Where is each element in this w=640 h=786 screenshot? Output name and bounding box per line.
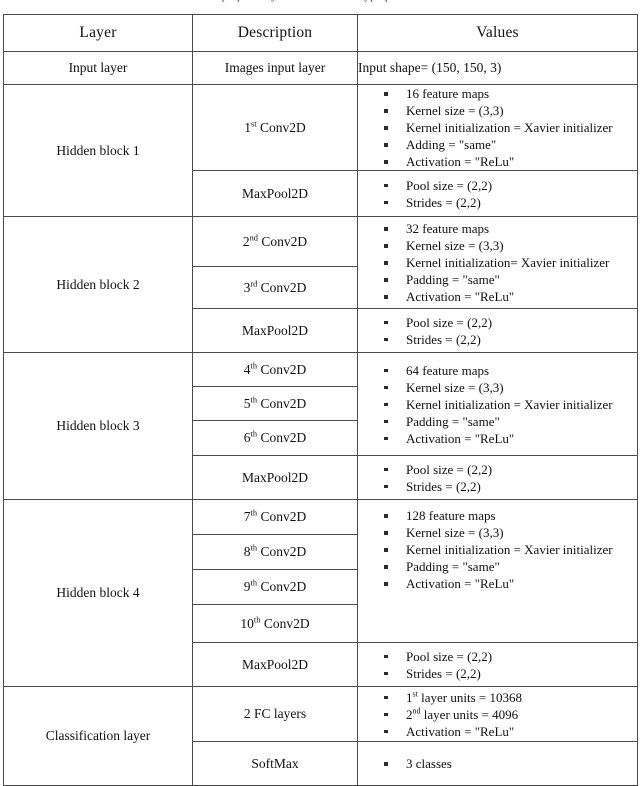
bullet-list: 64 feature maps Kernel size = (3,3) Kernel… bbox=[358, 362, 637, 447]
bullet-item: 3 classes bbox=[384, 755, 637, 772]
bullet-list: Pool size = (2,2) Strides = (2,2) bbox=[358, 648, 637, 682]
values-list-block3-pool: Pool size = (2,2) Strides = (2,2) bbox=[357, 455, 638, 500]
bullet-item: Activation = "ReLu" bbox=[384, 575, 637, 592]
bullet-item: 128 feature maps bbox=[384, 507, 637, 524]
bullet-item: 32 feature maps bbox=[384, 220, 637, 237]
table-row: Hidden block 4 7th Conv2D 128 feature ma… bbox=[3, 499, 638, 687]
description-conv2d: 8th Conv2D bbox=[192, 534, 358, 570]
values-list-block2-pool: Pool size = (2,2) Strides = (2,2) bbox=[357, 308, 638, 353]
bullet-item: 1st layer units = 10368 bbox=[384, 689, 637, 706]
header-row: Layer Description Values bbox=[3, 14, 638, 52]
bullet-item: Adding = "same" bbox=[384, 136, 637, 153]
bullet-list: 32 feature maps Kernel size = (3,3) Kernel… bbox=[358, 220, 637, 305]
bullet-list: 16 feature maps Kernel size = (3,3) Kernel… bbox=[358, 85, 637, 170]
values-input-shape: Input shape= (150, 150, 3) bbox=[357, 51, 638, 85]
bullet-item: Activation = "ReLu" bbox=[384, 723, 637, 740]
bullet-item: Activation = "ReLu" bbox=[384, 288, 637, 305]
bullet-item: Kernel initialization = Xavier initializ… bbox=[384, 541, 637, 558]
bullet-item: 2nd layer units = 4096 bbox=[384, 706, 637, 723]
description-conv2d: 2nd Conv2D bbox=[192, 216, 358, 267]
table-row: Classification layer 2 FC layers 1st lay… bbox=[3, 686, 638, 786]
bullet-list: 128 feature maps Kernel size = (3,3) Kerne… bbox=[358, 507, 637, 592]
bullet-list: 3 classes bbox=[358, 755, 637, 772]
description-images-input-layer: Images input layer bbox=[192, 51, 358, 85]
description-conv2d: 9th Conv2D bbox=[192, 569, 358, 605]
bullet-item: Strides = (2,2) bbox=[384, 331, 637, 348]
bullet-item: Kernel size = (3,3) bbox=[384, 102, 637, 119]
description-conv2d: 6th Conv2D bbox=[192, 420, 358, 456]
description-conv2d: 1st Conv2D bbox=[192, 84, 358, 171]
values-list-block4-pool: Pool size = (2,2) Strides = (2,2) bbox=[357, 642, 638, 687]
table-row: Hidden block 1 1st Conv2D 16 feature map… bbox=[3, 84, 638, 217]
bullet-item: Pool size = (2,2) bbox=[384, 177, 637, 194]
bullet-item: Activation = "ReLu" bbox=[384, 430, 637, 447]
bullet-item: Kernel initialization = Xavier initializ… bbox=[384, 396, 637, 413]
description-conv2d: 3rd Conv2D bbox=[192, 266, 358, 309]
layer-name-classification-layer: Classification layer bbox=[3, 686, 193, 786]
values-list-softmax: 3 classes bbox=[357, 741, 638, 786]
column-header-description: Description bbox=[192, 14, 358, 52]
table-row: Input layer Images input layer Input sha… bbox=[3, 51, 638, 85]
description-conv2d: 4th Conv2D bbox=[192, 352, 358, 387]
table-row: Hidden block 3 4th Conv2D 64 feature map… bbox=[3, 352, 638, 500]
bullet-item: 64 feature maps bbox=[384, 362, 637, 379]
description-maxpool2d: MaxPool2D bbox=[192, 642, 358, 687]
values-list-block3-conv: 64 feature maps Kernel size = (3,3) Kernel… bbox=[357, 352, 638, 456]
bullet-item: Kernel initialization= Xavier initialize… bbox=[384, 254, 637, 271]
bullet-item: Strides = (2,2) bbox=[384, 194, 637, 211]
bullet-item: Activation = "ReLu" bbox=[384, 153, 637, 170]
bullet-item: Pool size = (2,2) bbox=[384, 461, 637, 478]
description-maxpool2d: MaxPool2D bbox=[192, 455, 358, 500]
layer-name-hidden-block-2: Hidden block 2 bbox=[3, 216, 193, 353]
bullet-list: Pool size = (2,2) Strides = (2,2) bbox=[358, 314, 637, 348]
values-list-block4-conv: 128 feature maps Kernel size = (3,3) Kerne… bbox=[357, 499, 638, 643]
values-list-block1-conv: 16 feature maps Kernel size = (3,3) Kernel… bbox=[357, 84, 638, 171]
description-conv2d: 10th Conv2D bbox=[192, 604, 358, 643]
description-maxpool2d: MaxPool2D bbox=[192, 308, 358, 353]
bullet-item: Pool size = (2,2) bbox=[384, 648, 637, 665]
values-list-block1-pool: Pool size = (2,2) Strides = (2,2) bbox=[357, 170, 638, 217]
table-caption-cropped: the proposed system architecture hyperpa… bbox=[0, 0, 640, 4]
values-list-fc: 1st layer units = 10368 2nd layer units =… bbox=[357, 686, 638, 742]
bullet-item: 16 feature maps bbox=[384, 85, 637, 102]
description-softmax: SoftMax bbox=[192, 741, 358, 786]
bullet-item: Strides = (2,2) bbox=[384, 478, 637, 495]
table-header: Layer Description Values bbox=[3, 14, 638, 52]
values-list-block2-conv: 32 feature maps Kernel size = (3,3) Kernel… bbox=[357, 216, 638, 309]
table-body: Input layer Images input layer Input sha… bbox=[3, 51, 638, 786]
column-header-values: Values bbox=[357, 14, 638, 52]
bullet-list: Pool size = (2,2) Strides = (2,2) bbox=[358, 461, 637, 495]
architecture-table: Layer Description Values Input layer Ima… bbox=[3, 14, 638, 786]
layer-name-input-layer: Input layer bbox=[3, 51, 193, 85]
layer-name-hidden-block-1: Hidden block 1 bbox=[3, 84, 193, 217]
bullet-item: Padding = "same" bbox=[384, 558, 637, 575]
bullet-list: Pool size = (2,2) Strides = (2,2) bbox=[358, 177, 637, 211]
description-fc-layers: 2 FC layers bbox=[192, 686, 358, 742]
description-conv2d: 5th Conv2D bbox=[192, 386, 358, 421]
bullet-item: Padding = "same" bbox=[384, 413, 637, 430]
bullet-item: Strides = (2,2) bbox=[384, 665, 637, 682]
bullet-item: Kernel size = (3,3) bbox=[384, 379, 637, 396]
bullet-item: Kernel size = (3,3) bbox=[384, 237, 637, 254]
document-page: the proposed system architecture hyperpa… bbox=[0, 0, 640, 786]
description-conv2d: 7th Conv2D bbox=[192, 499, 358, 535]
bullet-item: Kernel initialization = Xavier initializ… bbox=[384, 119, 637, 136]
bullet-item: Pool size = (2,2) bbox=[384, 314, 637, 331]
bullet-list: 1st layer units = 10368 2nd layer units =… bbox=[358, 689, 637, 740]
layer-name-hidden-block-3: Hidden block 3 bbox=[3, 352, 193, 500]
bullet-item: Padding = "same" bbox=[384, 271, 637, 288]
column-header-layer: Layer bbox=[3, 14, 193, 52]
table-row: Hidden block 2 2nd Conv2D 32 feature map… bbox=[3, 216, 638, 353]
layer-name-hidden-block-4: Hidden block 4 bbox=[3, 499, 193, 687]
description-maxpool2d: MaxPool2D bbox=[192, 170, 358, 217]
bullet-item: Kernel size = (3,3) bbox=[384, 524, 637, 541]
